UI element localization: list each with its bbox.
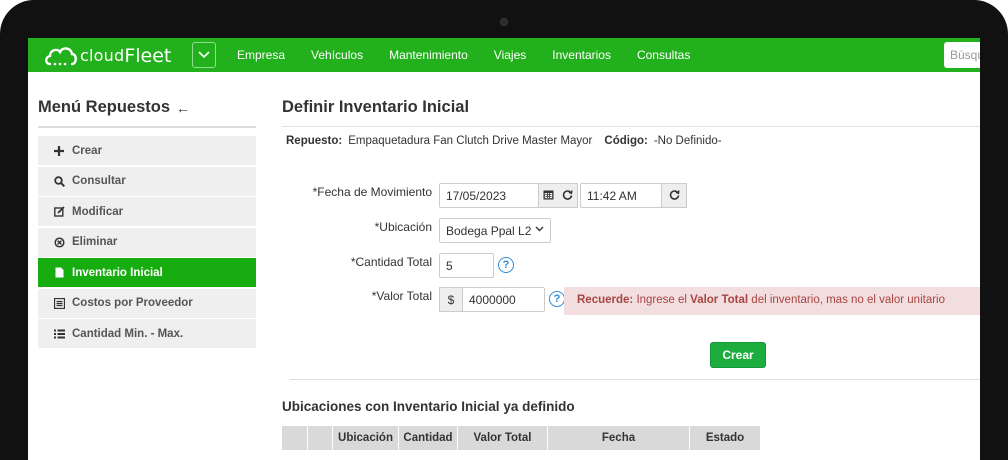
calendar-icon[interactable] <box>543 189 554 203</box>
date-label: *Fecha de Movimiento <box>312 185 432 199</box>
nav-item-inventarios[interactable]: Inventarios <box>539 38 624 72</box>
sidebar-item-cantidad-min-max[interactable]: Cantidad Min. - Max. <box>38 319 256 349</box>
alert-text-1: Ingrese el <box>633 294 691 306</box>
refresh-date-icon[interactable] <box>562 189 573 203</box>
part-info: Repuesto: Empaquetadura Fan Clutch Drive … <box>282 135 980 147</box>
alert-text-2: del inventario, mas no el valor unitario <box>748 294 945 306</box>
sidebar: Menú Repuestos ← Crear Consultar Modific… <box>38 98 256 350</box>
nav-item-viajes[interactable]: Viajes <box>481 38 539 72</box>
currency-addon: $ <box>439 287 463 312</box>
time-input[interactable]: 11:42 AM <box>580 183 662 208</box>
quantity-label: *Cantidad Total <box>350 255 432 269</box>
table-header-ubicacion[interactable]: Ubicación <box>333 426 399 450</box>
table-header-valor-total[interactable]: Valor Total <box>458 426 548 450</box>
quantity-input[interactable]: 5 <box>439 253 494 278</box>
sidebar-item-label: Inventario Inicial <box>72 266 163 279</box>
sidebar-item-consultar[interactable]: Consultar <box>38 166 256 197</box>
date-row: *Fecha de Movimiento 17/05/2023 11:42 AM <box>282 183 980 209</box>
sidebar-item-label: Modificar <box>72 205 124 218</box>
plus-icon <box>52 145 66 156</box>
logo-text-cloud: cloud <box>80 46 125 65</box>
nav-item-mantenimiento[interactable]: Mantenimiento <box>376 38 481 72</box>
part-label: Repuesto: <box>286 135 343 147</box>
edit-icon <box>52 206 66 217</box>
nav-toggle-button[interactable] <box>192 42 216 68</box>
table-header-fecha[interactable]: Fecha <box>548 426 690 450</box>
location-row: *Ubicación Bodega Ppal L2 <box>282 218 980 244</box>
location-select-value: Bodega Ppal L2 <box>446 224 532 238</box>
date-addon <box>538 183 578 208</box>
chevron-down-icon <box>535 224 544 235</box>
location-select[interactable]: Bodega Ppal L2 <box>439 218 551 243</box>
reminder-alert: Recuerde: Ingrese el Valor Total del inv… <box>564 287 980 315</box>
quantity-row: *Cantidad Total 5 ? <box>282 253 980 279</box>
file-icon <box>52 267 66 278</box>
logo-text-fleet: Fleet <box>124 45 172 67</box>
cloudfleet-logo[interactable]: cloud Fleet <box>28 38 192 72</box>
search-input[interactable]: Búsqueda <box>944 42 980 68</box>
cloud-logo-icon <box>45 47 77 66</box>
sidebar-item-crear[interactable]: Crear <box>38 136 256 166</box>
sidebar-item-label: Cantidad Min. - Max. <box>72 327 184 340</box>
sidebar-item-label: Costos por Proveedor <box>72 297 193 309</box>
sidebar-item-modificar[interactable]: Modificar <box>38 197 256 227</box>
value-label: *Valor Total <box>371 289 432 303</box>
section-divider <box>290 379 980 380</box>
part-value: Empaquetadura Fan Clutch Drive Master Ma… <box>348 135 593 147</box>
sidebar-menu: Crear Consultar Modificar Eliminar Inven… <box>38 136 256 349</box>
app-screen: cloud Fleet Empresa Vehículos Mantenimie… <box>28 38 980 460</box>
table-header-blank-2 <box>308 426 333 450</box>
list-alt-icon <box>52 297 66 309</box>
remove-circle-icon <box>52 236 66 248</box>
quantity-help-icon[interactable]: ? <box>498 257 514 273</box>
sidebar-item-inventario-inicial[interactable]: Inventario Inicial <box>38 258 256 288</box>
alert-strong-valor-total: Valor Total <box>690 294 749 306</box>
sidebar-item-costos-proveedor[interactable]: Costos por Proveedor <box>38 288 256 319</box>
time-addon <box>661 183 687 208</box>
value-input[interactable]: 4000000 <box>462 287 545 312</box>
create-button[interactable]: Crear <box>710 342 766 368</box>
top-navbar: cloud Fleet Empresa Vehículos Mantenimie… <box>28 38 980 72</box>
code-label: Código: <box>604 135 648 147</box>
main-content: Definir Inventario Inicial Repuesto: Empa… <box>282 98 980 450</box>
nav-menu: Empresa Vehículos Mantenimiento Viajes I… <box>224 38 703 72</box>
locations-table-header: Ubicación Cantidad Valor Total Fecha Est… <box>282 426 760 450</box>
camera-dot <box>500 18 508 26</box>
nav-item-consultas[interactable]: Consultas <box>624 38 703 72</box>
nav-item-vehiculos[interactable]: Vehículos <box>298 38 376 72</box>
collapse-arrow-icon[interactable]: ← <box>176 100 190 116</box>
table-header-blank-1 <box>282 426 308 450</box>
page-title: Definir Inventario Inicial <box>282 98 980 127</box>
nav-item-empresa[interactable]: Empresa <box>224 38 298 72</box>
date-input[interactable]: 17/05/2023 <box>439 183 539 208</box>
locations-table-title: Ubicaciones con Inventario Inicial ya de… <box>282 399 575 414</box>
table-header-estado[interactable]: Estado <box>690 426 760 450</box>
sidebar-title: Menú Repuestos ← <box>38 98 256 128</box>
value-row: *Valor Total $ 4000000 ? Recuerde: Ingre… <box>282 287 980 315</box>
chevron-down-icon <box>198 51 210 59</box>
refresh-time-icon[interactable] <box>669 189 680 203</box>
alert-strong-recuerde: Recuerde: <box>577 294 634 306</box>
sidebar-item-label: Crear <box>72 144 103 157</box>
search-icon <box>52 175 66 187</box>
sidebar-item-label: Eliminar <box>72 236 118 248</box>
location-label: *Ubicación <box>374 220 432 234</box>
table-header-cantidad[interactable]: Cantidad <box>399 426 458 450</box>
sidebar-item-label: Consultar <box>72 175 126 187</box>
sidebar-item-eliminar[interactable]: Eliminar <box>38 227 256 258</box>
value-help-icon[interactable]: ? <box>549 291 565 307</box>
list-icon <box>52 329 66 339</box>
code-value: -No Definido- <box>653 135 722 147</box>
sidebar-title-text: Menú Repuestos <box>38 98 171 116</box>
